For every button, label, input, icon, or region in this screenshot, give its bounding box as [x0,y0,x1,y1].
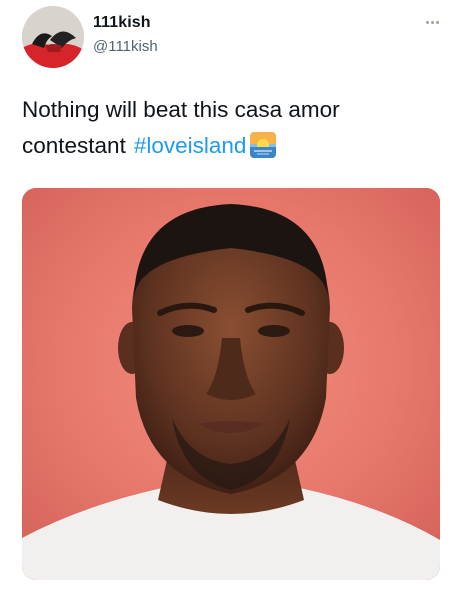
tweet-card: 111kish @111kish Nothing will beat this … [0,0,463,600]
more-dot [430,20,434,24]
user-handle[interactable]: @111kish [93,38,158,55]
tweet-photo[interactable] [22,188,440,580]
sunset-island-emoji-icon [250,132,277,158]
portrait-photo [22,188,440,580]
more-dot [435,20,439,24]
avatar[interactable] [22,6,84,68]
hashtag-link[interactable]: #loveisland [134,133,247,158]
display-name[interactable]: 111kish [93,14,151,32]
more-options-icon[interactable] [420,14,444,30]
more-dot [425,20,429,24]
avatar-image [22,6,84,68]
tweet-text: Nothing will beat this casa amor contest… [22,92,442,164]
